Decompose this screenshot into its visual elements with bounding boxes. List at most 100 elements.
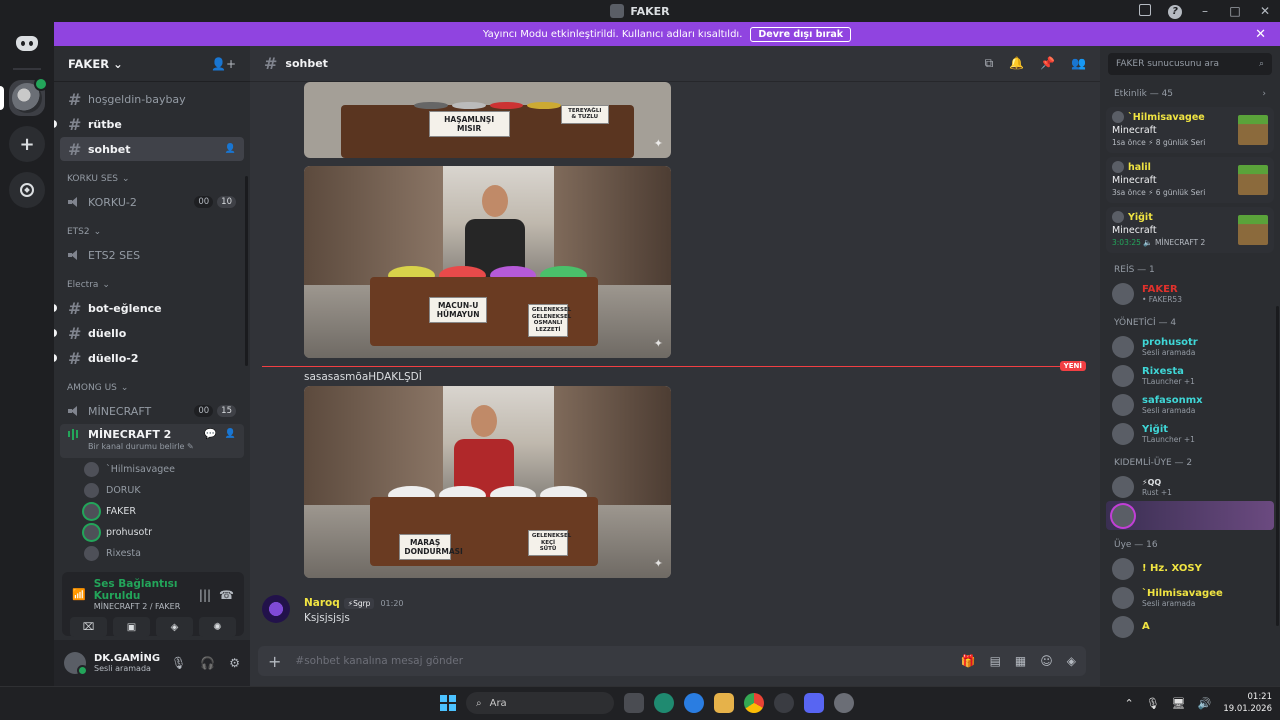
- noise-suppression-icon[interactable]: |||: [199, 588, 211, 602]
- chat-bubble-icon[interactable]: 💬: [204, 429, 216, 440]
- discord-taskbar-icon[interactable]: [804, 693, 824, 713]
- channel-duello-2[interactable]: # düello-2: [54, 346, 244, 370]
- maximize-button[interactable]: □: [1220, 4, 1250, 18]
- steam-icon[interactable]: [774, 693, 794, 713]
- avatar[interactable]: [64, 652, 88, 676]
- channel-status-hint[interactable]: Bir kanal durumu belirle ✎: [68, 442, 236, 451]
- pin-icon[interactable]: 📌: [1040, 56, 1055, 71]
- attach-plus-icon[interactable]: +: [268, 652, 281, 671]
- volume-icon[interactable]: 🔊: [1198, 697, 1212, 710]
- member-row[interactable]: A: [1106, 612, 1274, 641]
- activities-button[interactable]: ◈: [156, 617, 193, 637]
- add-server-button[interactable]: +: [9, 126, 45, 162]
- inbox-icon[interactable]: [1130, 3, 1160, 19]
- avatar[interactable]: [262, 595, 290, 623]
- server-faker-button[interactable]: [0, 77, 48, 116]
- channel-hosgeldin[interactable]: # hoşgeldin-baybay: [60, 87, 244, 111]
- voice-user[interactable]: FAKER: [84, 501, 250, 522]
- voice-status[interactable]: Ses Bağlantısı Kuruldu: [94, 578, 191, 602]
- member-row[interactable]: ! Hz. XOSY: [1106, 554, 1274, 583]
- screen-share-button[interactable]: ▣: [113, 617, 150, 637]
- windows-start-icon[interactable]: [440, 695, 456, 711]
- activity-card[interactable]: halil Minecraft 3sa önce ⚡ 6 günlük Seri: [1106, 157, 1274, 203]
- channel-rutbe[interactable]: # rütbe: [54, 112, 244, 136]
- task-view-icon[interactable]: [624, 693, 644, 713]
- message-image-dondurma-cart[interactable]: MARAŞ DONDURMASI GELENEKSEL KEÇİ SÜTÜ ✦: [304, 386, 671, 578]
- headphones-icon[interactable]: 🎧: [200, 656, 215, 670]
- member-row[interactable]: ⚡QQ Rust +1: [1106, 472, 1274, 501]
- channel-scrollbar[interactable]: [245, 176, 248, 366]
- apps-icon[interactable]: ◈: [1067, 654, 1076, 668]
- member-row[interactable]: Yiğit TLauncher +1: [1106, 419, 1274, 448]
- message-input[interactable]: #sohbet kanalına mesaj gönder: [295, 655, 463, 667]
- server-search-input[interactable]: FAKER sunucusunu ara ⌕: [1108, 53, 1272, 75]
- sticker-icon[interactable]: ▦: [1015, 654, 1026, 668]
- invite-member-icon[interactable]: 👤: [225, 144, 236, 154]
- member-row[interactable]: safasonmx Sesli aramada: [1106, 390, 1274, 419]
- close-window-button[interactable]: ✕: [1250, 4, 1280, 18]
- member-list-icon[interactable]: 👥: [1071, 56, 1086, 71]
- soundboard-button[interactable]: ✺: [199, 617, 236, 637]
- gif-icon[interactable]: ▤: [990, 654, 1001, 668]
- server-icon: [610, 4, 625, 18]
- message-author[interactable]: Naroq: [304, 597, 340, 609]
- emoji-icon[interactable]: ☺: [1040, 654, 1053, 668]
- category-ets2[interactable]: ETS2 ⌄: [54, 222, 250, 242]
- channel-sohbet[interactable]: # sohbet 👤: [60, 137, 244, 161]
- voice-user[interactable]: DORUK: [84, 480, 250, 501]
- threads-icon[interactable]: ⧉: [985, 56, 994, 71]
- voice-channel-path[interactable]: MİNECRAFT 2 / FAKER: [94, 602, 191, 611]
- discover-button[interactable]: [9, 172, 45, 208]
- disable-streamer-mode-button[interactable]: Devre dışı bırak: [750, 26, 852, 42]
- camera-off-button[interactable]: ⌧: [70, 617, 107, 637]
- network-icon[interactable]: 🖥: [1172, 697, 1186, 710]
- channel-bot-eglence[interactable]: # bot-eğlence: [54, 296, 244, 320]
- microphone-icon[interactable]: 🎙: [171, 656, 186, 670]
- browser-icon[interactable]: [684, 693, 704, 713]
- member-row[interactable]: `Hilmisavagee Sesli aramada: [1106, 583, 1274, 612]
- member-row[interactable]: [1106, 501, 1274, 530]
- settings-icon[interactable]: [834, 693, 854, 713]
- activity-header[interactable]: Etkinlik — 45 ›: [1100, 85, 1280, 103]
- mic-tray-icon[interactable]: 🎙: [1146, 697, 1160, 710]
- notification-bell-icon[interactable]: 🔔: [1009, 56, 1024, 71]
- file-explorer-icon[interactable]: [714, 693, 734, 713]
- activity-card[interactable]: Yiğit Minecraft 3:03:25 🔈 MİNECRAFT 2: [1106, 207, 1274, 253]
- user-name[interactable]: DK.GAMİNG: [94, 653, 160, 664]
- invite-icon[interactable]: 👤+: [211, 57, 236, 71]
- guild-tag[interactable]: ⚡Sgrp: [343, 598, 375, 609]
- disconnect-icon[interactable]: ☎: [219, 588, 234, 602]
- message-image-corn-cart[interactable]: HAŞAMLNŞI MISIR TEREYAĞLI & TUZLU ✦: [304, 82, 671, 158]
- voice-channel-minecraft2[interactable]: MİNECRAFT 2 💬 👤 Bir kanal durumu belirle ✎: [60, 424, 244, 458]
- invite-member-icon[interactable]: 👤: [225, 429, 236, 439]
- activity-card[interactable]: `Hilmisavagee Minecraft 1sa önce ⚡ 8 gün…: [1106, 107, 1274, 153]
- help-icon[interactable]: ?: [1160, 3, 1190, 19]
- category-among-us[interactable]: AMONG US ⌄: [54, 378, 250, 398]
- message-composer[interactable]: + #sohbet kanalına mesaj gönder 🎁 ▤ ▦ ☺ …: [258, 646, 1086, 676]
- member-row[interactable]: prohusotr Sesli aramada: [1106, 332, 1274, 361]
- voice-channel-ets2[interactable]: ETS2 SES: [60, 243, 244, 267]
- minimize-button[interactable]: –: [1190, 4, 1220, 18]
- member-row[interactable]: Rixesta TLauncher +1: [1106, 361, 1274, 390]
- voice-user[interactable]: Rixesta: [84, 543, 250, 564]
- settings-gear-icon[interactable]: ⚙: [229, 656, 240, 670]
- voice-user[interactable]: prohusotr: [84, 522, 250, 543]
- voice-user[interactable]: `Hilmisavagee: [84, 459, 250, 480]
- member-row[interactable]: FAKER • FAKER53: [1106, 279, 1274, 308]
- taskbar-search[interactable]: ⌕ Ara: [466, 692, 614, 714]
- category-korku[interactable]: KORKU SES ⌄: [54, 169, 250, 189]
- tray-chevron-icon[interactable]: ⌃: [1124, 697, 1133, 710]
- voice-channel-korku2[interactable]: KORKU-2 00 10: [60, 190, 244, 214]
- member-scrollbar[interactable]: [1276, 306, 1279, 626]
- voice-channel-minecraft[interactable]: MİNECRAFT 00 15: [60, 399, 244, 423]
- message-image-macun-cart[interactable]: MACUN-U HÜMAYUN GELENEKSEL GELENEKSEL OS…: [304, 166, 671, 358]
- server-header[interactable]: FAKER ⌄ 👤+: [54, 46, 250, 82]
- discord-home-button[interactable]: [7, 28, 47, 58]
- channel-duello[interactable]: # düello: [54, 321, 244, 345]
- banner-close-icon[interactable]: ✕: [1255, 27, 1266, 42]
- chrome-icon[interactable]: [744, 693, 764, 713]
- gift-icon[interactable]: 🎁: [961, 654, 976, 668]
- edge-icon[interactable]: [654, 693, 674, 713]
- clock[interactable]: 01:21 19.01.2026: [1223, 691, 1272, 715]
- category-electra[interactable]: Electra ⌄: [54, 275, 250, 295]
